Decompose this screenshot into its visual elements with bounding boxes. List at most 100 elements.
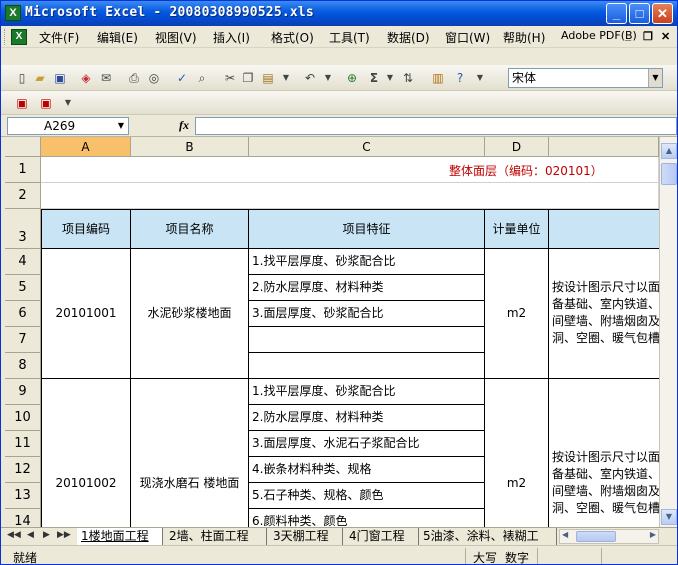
convert-to-pdf-icon[interactable]: ▣ xyxy=(13,94,31,112)
last-sheet-icon[interactable]: ▶▶ xyxy=(57,530,71,540)
row-header-14[interactable]: 14 xyxy=(5,509,41,527)
row-header-6[interactable]: 6 xyxy=(5,301,41,327)
header-project-code[interactable]: 项目编码 xyxy=(41,209,131,249)
column-header-a[interactable]: A xyxy=(41,137,131,157)
item1-code[interactable]: 20101001 xyxy=(41,249,131,379)
menu-view[interactable]: 视图(V) xyxy=(155,29,197,46)
scroll-left-icon[interactable]: ◀ xyxy=(562,530,568,539)
row-2-cells[interactable] xyxy=(41,183,659,209)
header-rule[interactable] xyxy=(549,209,659,249)
copy-icon[interactable]: ❐ xyxy=(239,69,257,87)
menu-help[interactable]: 帮助(H) xyxy=(503,29,545,46)
item2-feature-2[interactable]: 2.防水层厚度、材料种类 xyxy=(249,405,485,431)
item1-unit[interactable]: m2 xyxy=(485,249,549,379)
open-icon[interactable]: ▰ xyxy=(31,69,49,87)
print-preview-icon[interactable]: ◎ xyxy=(145,69,163,87)
item2-feature-3[interactable]: 3.面层厚度、水泥石子浆配合比 xyxy=(249,431,485,457)
item1-feature-4[interactable] xyxy=(249,327,485,353)
sheet-tab-2[interactable]: 2墙、柱面工程 xyxy=(163,528,267,545)
name-box-dropdown-icon[interactable]: ▼ xyxy=(114,118,128,134)
column-header-c[interactable]: C xyxy=(249,137,485,157)
vertical-scrollbar[interactable]: ▲ ▼ xyxy=(659,137,677,527)
row-header-9[interactable]: 9 xyxy=(5,379,41,405)
sheet-tab-1[interactable]: 1楼地面工程 xyxy=(77,528,163,545)
item2-feature-6[interactable]: 6.颜料种类、颜色 xyxy=(249,509,485,527)
paste-icon[interactable]: ▤ xyxy=(259,69,277,87)
permission-icon[interactable]: ◈ xyxy=(77,69,95,87)
item2-feature-4[interactable]: 4.嵌条材料种类、规格 xyxy=(249,457,485,483)
font-name-box[interactable]: 宋体 ▼ xyxy=(508,68,663,88)
workbook-icon[interactable]: X xyxy=(11,29,27,45)
menu-data[interactable]: 数据(D) xyxy=(387,29,430,46)
formula-input[interactable] xyxy=(195,117,677,135)
email-icon[interactable]: ✉ xyxy=(97,69,115,87)
excel-icon[interactable]: X xyxy=(5,5,21,21)
workbook-close-button[interactable]: ✕ xyxy=(661,30,670,43)
toolbar-options-icon[interactable]: ▼ xyxy=(471,69,489,87)
title-bar[interactable]: X Microsoft Excel - 20080308990525.xls _… xyxy=(1,1,677,26)
chart-wizard-icon[interactable]: ▥ xyxy=(429,69,447,87)
menu-tools[interactable]: 工具(T) xyxy=(329,29,370,46)
item1-feature-5[interactable] xyxy=(249,353,485,379)
sort-ascending-icon[interactable]: ⇅ xyxy=(399,69,417,87)
item2-code[interactable]: 20101002 xyxy=(41,379,131,527)
item1-feature-3[interactable]: 3.面层厚度、砂浆配合比 xyxy=(249,301,485,327)
item1-feature-1[interactable]: 1.找平层厚度、砂浆配合比 xyxy=(249,249,485,275)
menu-format[interactable]: 格式(O) xyxy=(271,29,314,46)
header-unit[interactable]: 计量单位 xyxy=(485,209,549,249)
row-header-8[interactable]: 8 xyxy=(5,353,41,379)
scroll-right-icon[interactable]: ▶ xyxy=(650,530,656,539)
pdf-toolbar-options-icon[interactable]: ▼ xyxy=(59,94,77,112)
sheet-tab-3[interactable]: 3天棚工程 xyxy=(267,528,343,545)
header-project-feature[interactable]: 项目特征 xyxy=(249,209,485,249)
row-header-13[interactable]: 13 xyxy=(5,483,41,509)
save-icon[interactable]: ▣ xyxy=(51,69,69,87)
undo-dropdown-icon[interactable]: ▼ xyxy=(319,69,337,87)
cut-icon[interactable]: ✂ xyxy=(221,69,239,87)
horizontal-scroll-thumb[interactable] xyxy=(576,531,616,542)
row-header-12[interactable]: 12 xyxy=(5,457,41,483)
convert-and-email-pdf-icon[interactable]: ▣ xyxy=(37,94,55,112)
scroll-down-icon[interactable]: ▼ xyxy=(661,509,677,525)
item2-feature-5[interactable]: 5.石子种类、规格、颜色 xyxy=(249,483,485,509)
undo-icon[interactable]: ↶ xyxy=(301,69,319,87)
item2-feature-1[interactable]: 1.找平层厚度、砂浆配合比 xyxy=(249,379,485,405)
menu-file[interactable]: 文件(F) xyxy=(39,29,79,46)
row-header-11[interactable]: 11 xyxy=(5,431,41,457)
workbook-minimize-button[interactable]: _ xyxy=(625,30,631,42)
new-icon[interactable]: ▯ xyxy=(13,69,31,87)
first-sheet-icon[interactable]: ◀◀ xyxy=(7,530,21,540)
item2-name[interactable]: 现浇水磨石 楼地面 xyxy=(131,379,249,527)
select-all-corner[interactable] xyxy=(5,137,41,157)
header-project-name[interactable]: 项目名称 xyxy=(131,209,249,249)
item1-name[interactable]: 水泥砂浆楼地面 xyxy=(131,249,249,379)
autosum-dropdown-icon[interactable]: ▼ xyxy=(381,69,399,87)
font-dropdown-icon[interactable]: ▼ xyxy=(648,69,662,87)
item2-rule[interactable]: 按设计图示尺寸以面 备基础、室内铁道、 间壁墙、附墙烟囱及 洞、空圈、暖气包槽 xyxy=(549,379,659,527)
item2-unit[interactable]: m2 xyxy=(485,379,549,527)
row-header-10[interactable]: 10 xyxy=(5,405,41,431)
worksheet-grid[interactable]: A B C D 1 2 3 4 5 6 7 8 9 10 11 12 13 14… xyxy=(5,137,659,527)
row-header-2[interactable]: 2 xyxy=(5,183,41,209)
workbook-restore-button[interactable]: ❐ xyxy=(643,30,653,43)
minimize-button[interactable]: _ xyxy=(606,3,627,24)
help-icon[interactable]: ? xyxy=(451,69,469,87)
row-header-1[interactable]: 1 xyxy=(5,157,41,183)
hyperlink-icon[interactable]: ⊕ xyxy=(343,69,361,87)
horizontal-scrollbar[interactable]: ◀ ▶ xyxy=(559,529,659,544)
spelling-icon[interactable]: ✓ xyxy=(173,69,191,87)
name-box[interactable]: A269 ▼ xyxy=(7,117,129,135)
column-header-d[interactable]: D xyxy=(485,137,549,157)
toolbar-grip[interactable] xyxy=(4,29,8,45)
maximize-button[interactable]: □ xyxy=(629,3,650,24)
row-header-4[interactable]: 4 xyxy=(5,249,41,275)
menu-edit[interactable]: 编辑(E) xyxy=(97,29,138,46)
close-button[interactable]: ✕ xyxy=(652,3,673,24)
sheet-tab-5[interactable]: 5油漆、涂料、裱糊工 xyxy=(419,528,557,545)
row-header-3[interactable]: 3 xyxy=(5,209,41,249)
row-header-7[interactable]: 7 xyxy=(5,327,41,353)
row-header-5[interactable]: 5 xyxy=(5,275,41,301)
research-icon[interactable]: ⌕ xyxy=(193,69,211,87)
menu-window[interactable]: 窗口(W) xyxy=(445,29,490,46)
prev-sheet-icon[interactable]: ◀ xyxy=(27,530,34,540)
